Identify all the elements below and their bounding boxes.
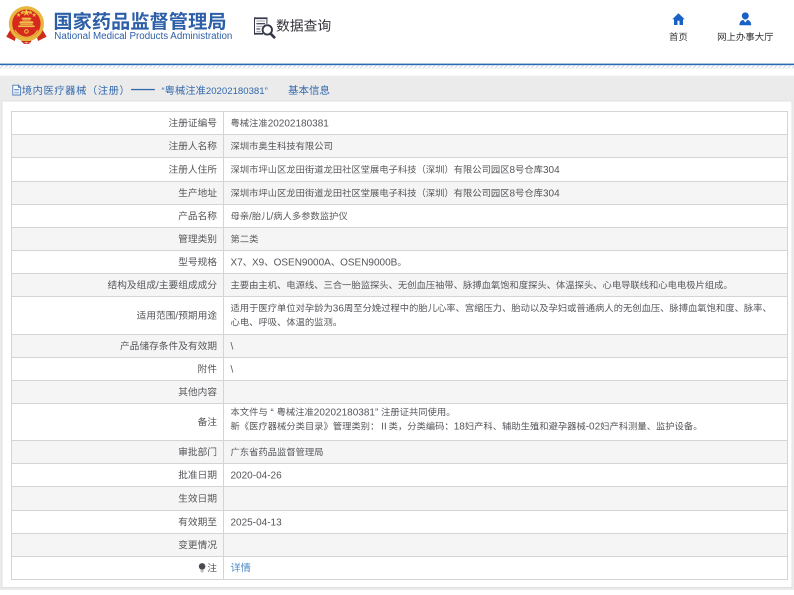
svg-text:OSEN9000A: OSEN9000A bbox=[274, 257, 332, 268]
svg-text:304: 304 bbox=[543, 165, 560, 176]
svg-text:OSEN9000B: OSEN9000B bbox=[340, 257, 398, 268]
svg-text:National Medical Products Admi: National Medical Products Administration bbox=[54, 31, 232, 42]
svg-text:\: \ bbox=[231, 341, 234, 352]
svg-text:304: 304 bbox=[543, 188, 560, 199]
svg-text:/: / bbox=[249, 211, 252, 222]
svg-text:X7: X7 bbox=[231, 257, 244, 268]
svg-text:8: 8 bbox=[510, 165, 516, 176]
svg-text:/: / bbox=[175, 311, 178, 322]
svg-text:20202180381: 20202180381 bbox=[268, 118, 330, 129]
svg-text:X9: X9 bbox=[252, 257, 265, 268]
svg-text:“: “ bbox=[271, 407, 274, 418]
svg-text:20202180381”: 20202180381” bbox=[314, 407, 379, 418]
svg-text:8: 8 bbox=[510, 188, 516, 199]
svg-text:\: \ bbox=[231, 364, 234, 375]
svg-text:-02: -02 bbox=[586, 422, 601, 433]
svg-text:/: / bbox=[271, 211, 274, 222]
svg-text:20202180381”: 20202180381” bbox=[206, 86, 268, 97]
svg-text:“: “ bbox=[162, 86, 165, 97]
svg-text:/: / bbox=[156, 280, 159, 291]
svg-text:2025-04-13: 2025-04-13 bbox=[231, 517, 283, 528]
svg-text:18: 18 bbox=[454, 422, 466, 433]
svg-text:36: 36 bbox=[333, 303, 345, 314]
svg-text:2020-04-26: 2020-04-26 bbox=[231, 470, 283, 481]
